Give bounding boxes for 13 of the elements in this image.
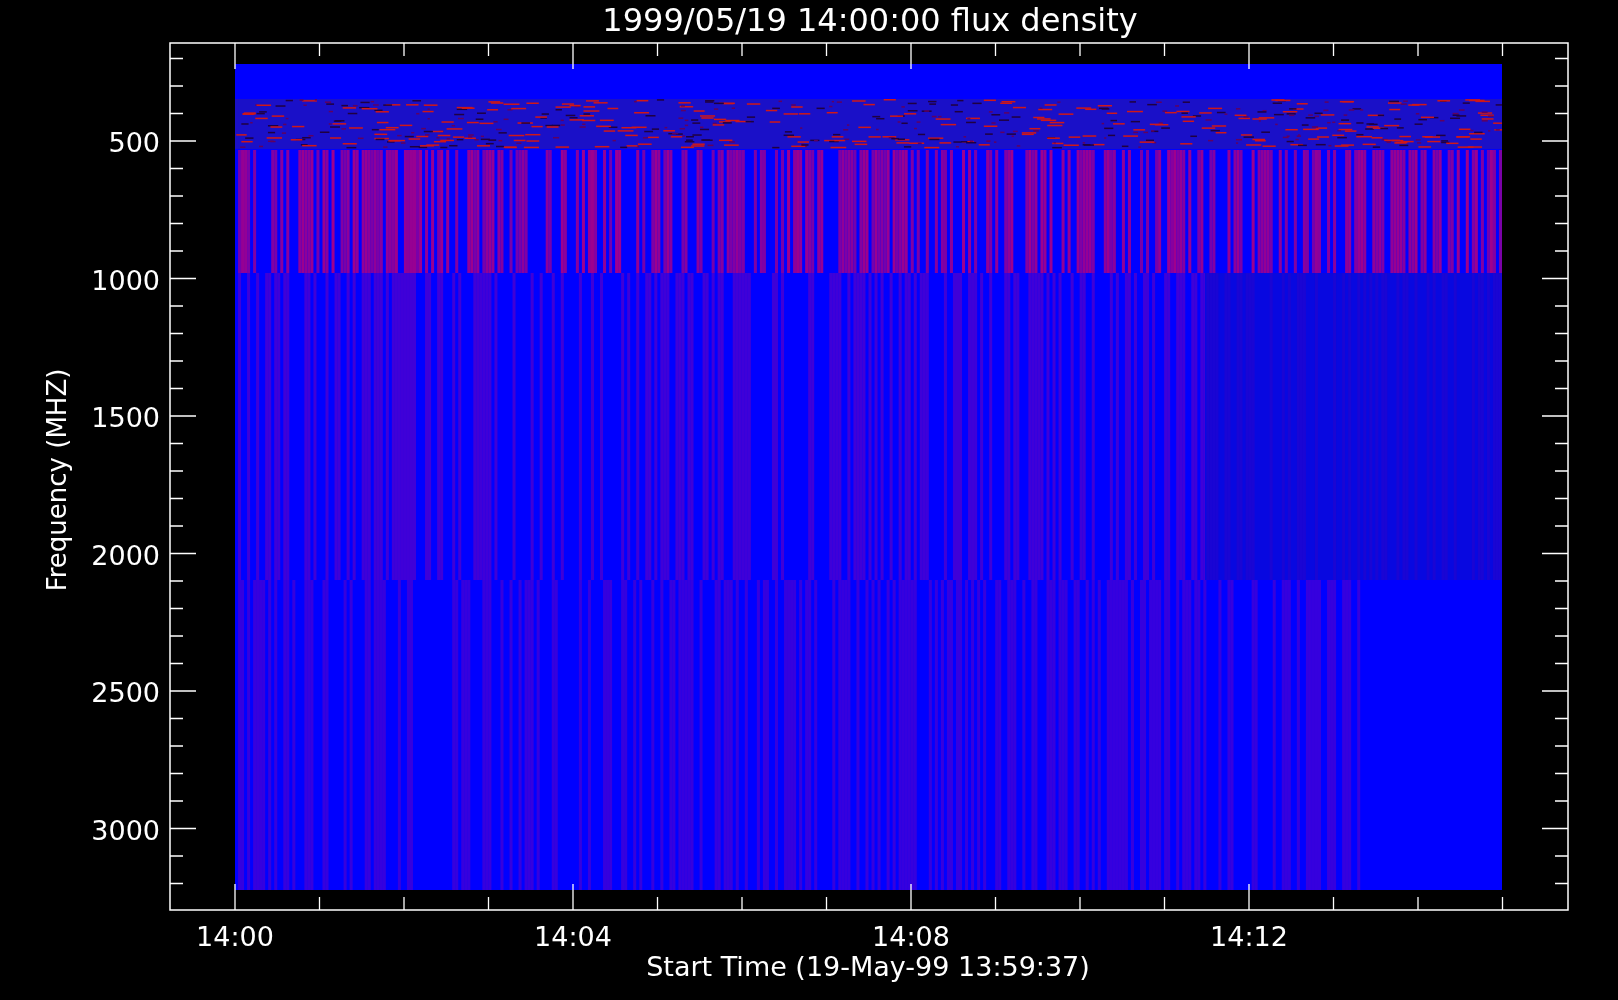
y-axis-label: Frequency (MHZ) [42, 368, 72, 592]
plot-title: 1999/05/19 14:00:00 flux density [602, 1, 1138, 39]
x-tick-label: 14:08 [872, 921, 950, 952]
y-tick-label: 2000 [91, 539, 160, 571]
y-tick-label: 1000 [91, 264, 160, 296]
x-tick-label: 14:00 [196, 921, 274, 952]
y-tick-label: 500 [108, 127, 160, 158]
x-tick-label: 14:12 [1210, 921, 1288, 952]
x-axis-label: Start Time (19-May-99 13:59:37) [646, 951, 1090, 982]
y-tick-label: 3000 [91, 814, 160, 846]
x-tick-label: 14:04 [534, 921, 612, 952]
y-tick-label: 1500 [91, 402, 160, 433]
y-tick-label: 2500 [91, 677, 160, 708]
